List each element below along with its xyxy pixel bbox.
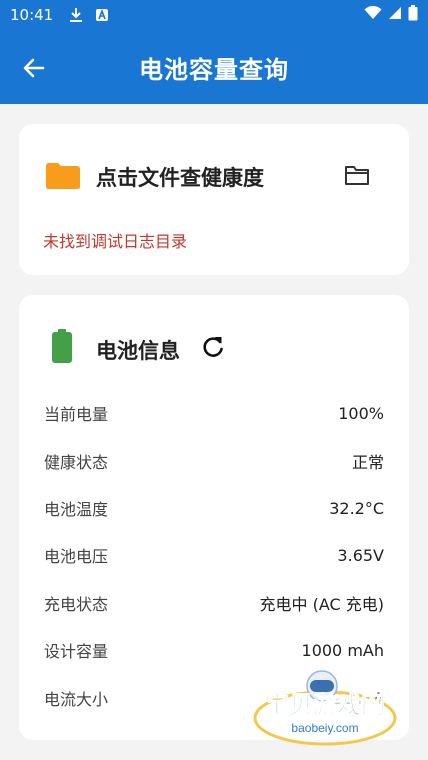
- info-label: 电池电压: [44, 547, 109, 566]
- health-check-card[interactable]: 点击文件查健康度 未找到调试日志目录: [19, 124, 409, 275]
- info-value: 正常: [351, 453, 384, 472]
- battery-icon: [52, 329, 72, 367]
- info-label: 电流大小: [44, 690, 109, 709]
- battery-status-icon: [408, 5, 418, 25]
- watermark-logo: 宝贝游戏网 baobeiy.com: [250, 666, 400, 746]
- info-row-charging: 充电状态 充电中 (AC 充电): [44, 591, 384, 615]
- info-value: 32.2°C: [329, 498, 384, 518]
- wifi-icon: [364, 5, 382, 24]
- folder-icon: [46, 162, 80, 194]
- battery-info-title: 电池信息: [96, 339, 180, 363]
- info-value: 3.65V: [337, 545, 384, 565]
- info-value: 100%: [338, 403, 384, 423]
- watermark-title: 宝贝游戏网: [265, 691, 385, 719]
- folder-outline-icon[interactable]: [344, 164, 370, 188]
- info-value: 1000 mAh: [301, 640, 384, 660]
- info-row-temperature: 电池温度 32.2°C: [44, 496, 384, 520]
- status-indicators: [364, 5, 418, 25]
- watermark-url: baobeiy.com: [291, 721, 358, 735]
- info-value: 充电中 (AC 充电): [259, 595, 385, 614]
- refresh-icon[interactable]: [200, 334, 226, 360]
- status-time: 10:41: [10, 6, 54, 24]
- info-label: 健康状态: [44, 453, 109, 472]
- info-label: 设计容量: [44, 642, 109, 661]
- signal-icon: [388, 6, 402, 24]
- error-message: 未找到调试日志目录: [43, 232, 188, 251]
- info-label: 充电状态: [44, 595, 109, 614]
- download-icon: [69, 7, 83, 23]
- info-row-voltage: 电池电压 3.65V: [44, 543, 384, 567]
- info-row-design-capacity: 设计容量 1000 mAh: [44, 638, 384, 662]
- info-row-health: 健康状态 正常: [44, 449, 384, 473]
- app-bar: 10:41 电池容量查询: [0, 0, 428, 104]
- status-bar: 10:41: [0, 0, 428, 30]
- page-title: 电池容量查询: [139, 56, 289, 84]
- info-row-level: 当前电量 100%: [44, 401, 384, 425]
- app-notification-icon: [95, 8, 109, 22]
- info-label: 电池温度: [44, 500, 109, 519]
- info-label: 当前电量: [44, 405, 109, 424]
- health-check-title: 点击文件查健康度: [96, 166, 264, 190]
